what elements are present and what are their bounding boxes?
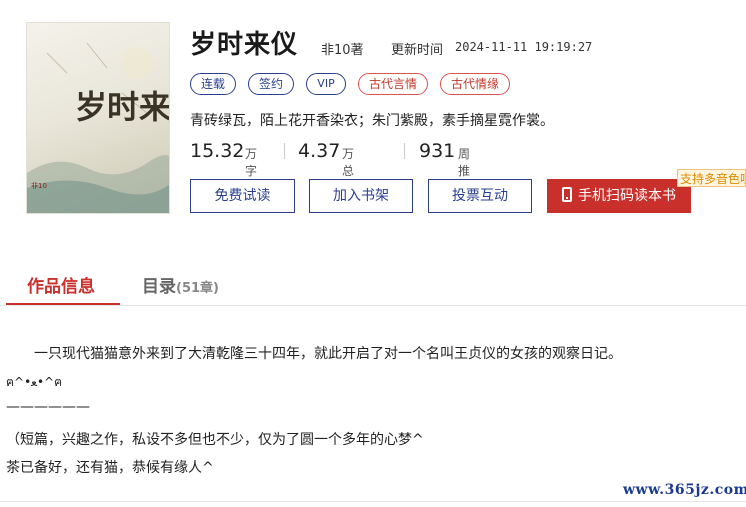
vote-button[interactable]: 投票互动 xyxy=(428,179,532,213)
active-tab-indicator xyxy=(6,303,120,305)
book-tabs: 作品信息 目录(51章) xyxy=(0,262,746,306)
cover-imprint: 非10 xyxy=(31,182,47,190)
book-title: 岁时来仪 xyxy=(190,30,299,60)
total-recommend-value: 4.37 xyxy=(298,140,341,162)
stat-divider xyxy=(404,143,405,159)
tag-genre-ancient-romance[interactable]: 古代言情 xyxy=(358,73,428,95)
phone-icon xyxy=(562,187,572,202)
tab-catalog[interactable]: 目录(51章) xyxy=(142,272,219,297)
description-line: 一只现代猫猫意外来到了大清乾隆三十四年，就此开启了对一个名叫王贞仪的女孩的观察日… xyxy=(6,346,622,362)
description-line: （短篇，兴趣之作，私设不多但也不少，仅为了圆一个多年的心梦^ xyxy=(6,432,424,448)
description-line: 茶已备好，还有猫，恭候有缘人^ xyxy=(6,460,214,476)
footer-divider xyxy=(0,501,746,502)
update-time-value: 2024-11-11 19:19:27 xyxy=(455,40,593,54)
cover-title-art: 岁时来仪 xyxy=(75,88,170,126)
scan-to-read-label: 手机扫码读本书 xyxy=(578,188,676,204)
tab-catalog-count: (51章) xyxy=(176,281,219,296)
word-count-unit: 万字 xyxy=(245,147,258,178)
cover-art: 岁时来仪 xyxy=(27,42,170,213)
multi-voice-badge: 支持多音色听书 xyxy=(677,169,746,187)
weekly-recommend-value: 931 xyxy=(419,140,456,162)
word-count-value: 15.32 xyxy=(190,140,245,162)
tag-serial[interactable]: 连载 xyxy=(190,73,236,95)
description-line: ฅ^•ﻌ•^ฅ xyxy=(6,375,63,389)
update-time-label: 更新时间 xyxy=(391,43,444,58)
tab-catalog-label: 目录 xyxy=(142,277,176,297)
description-line: —————— xyxy=(6,399,90,415)
book-intro: 青砖绿瓦，陌上花开香染衣；朱门紫殿，素手摘星霓作裳。 xyxy=(190,113,554,129)
free-read-button[interactable]: 免费试读 xyxy=(190,179,295,213)
book-author[interactable]: 非10著 xyxy=(321,39,364,58)
tag-signed[interactable]: 签约 xyxy=(248,73,294,95)
tag-vip[interactable]: VIP xyxy=(306,73,346,95)
tag-genre-ancient-love[interactable]: 古代情缘 xyxy=(440,73,510,95)
add-to-shelf-button[interactable]: 加入书架 xyxy=(309,179,413,213)
tab-book-info[interactable]: 作品信息 xyxy=(27,272,95,297)
site-watermark: www.365jz.com xyxy=(623,482,746,498)
scan-to-read-button[interactable]: 手机扫码读本书 xyxy=(547,179,691,213)
stat-divider xyxy=(284,143,285,159)
book-cover[interactable]: 岁时来仪 非10 xyxy=(26,22,170,214)
